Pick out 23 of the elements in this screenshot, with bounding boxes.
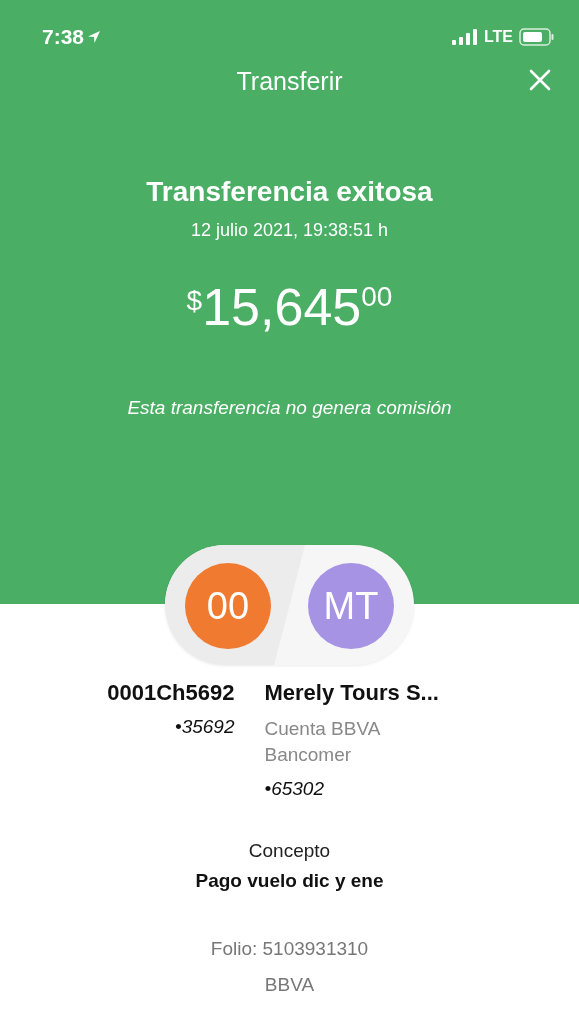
status-time: 7:38 [42,25,85,49]
commission-note: Esta transferencia no genera comisión [127,397,452,419]
transfer-date: 12 julio 2021, 19:38:51 h [190,220,389,241]
amount-cents: 00 [361,281,393,313]
screen-title: Transferir [236,66,343,96]
concept-value: Pago vuelo dic y ene [194,870,385,892]
account-number: •65302 [264,778,324,800]
battery-icon [519,28,555,46]
account-number: •35692 [175,716,235,738]
account-name: 0001Ch5692 [107,680,235,706]
bank-name: Cuenta BBVA Bancomer [264,717,381,767]
location-arrow-icon [87,30,102,44]
concept-label: Concepto [247,840,332,862]
network-label: LTE [483,28,513,46]
account-avatar: MT [308,563,394,649]
signal-icon [451,29,478,45]
folio-number: Folio: 5103931310 [209,938,370,960]
close-button[interactable] [529,69,551,91]
success-title: Transferencia exitosa [146,176,433,208]
currency-sign: $ [186,285,203,316]
amount-value: 15,645 [202,277,362,337]
account-name: Merely Tours S... [264,680,439,706]
bank-label: BBVA [263,974,316,996]
